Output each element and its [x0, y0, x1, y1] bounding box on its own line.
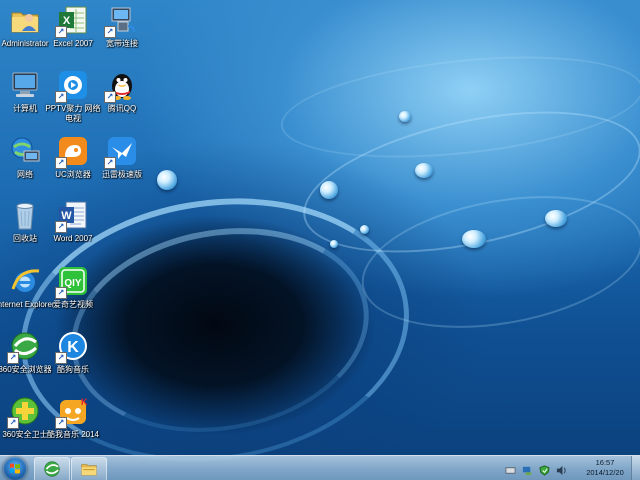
taskbar-360-browser-button[interactable]	[34, 457, 70, 480]
windows-logo-icon	[10, 463, 20, 474]
shortcut-arrow-icon: ↗	[55, 157, 67, 169]
iqiyi-icon: QIY ↗	[55, 265, 89, 299]
desktop-icon-label: 宽带连接	[106, 39, 138, 48]
svg-text:QIY: QIY	[64, 278, 82, 289]
shortcut-arrow-icon: ↗	[7, 417, 19, 429]
svg-text:K: K	[81, 397, 88, 407]
shortcut-arrow-icon: ↗	[7, 352, 19, 364]
wallpaper-water-drop	[415, 163, 433, 178]
folder-icon	[80, 460, 98, 478]
taskbar: 16:57 2014/12/20	[0, 455, 640, 480]
wallpaper-water-drop	[320, 181, 338, 199]
wallpaper-water-drop	[462, 230, 486, 248]
desktop-icon-kuwo[interactable]: K ↗ 酷我音乐 2014	[42, 395, 104, 440]
wallpaper-water-drop	[330, 240, 338, 248]
desktop-icon-label: 酷我音乐 2014	[46, 430, 100, 439]
shortcut-arrow-icon: ↗	[104, 26, 116, 38]
taskbar-clock[interactable]: 16:57 2014/12/20	[583, 458, 627, 478]
ie-icon	[9, 265, 41, 297]
wallpaper-water-drop	[360, 225, 369, 234]
360-browser-icon: ↗	[7, 330, 41, 364]
desktop-icon-label: 迅雷极速版	[102, 170, 142, 179]
word-icon: W ↗	[55, 199, 89, 233]
kugou-icon: K ↗	[55, 330, 89, 364]
desktop-icon-label: 腾讯QQ	[107, 104, 137, 113]
clock-time: 16:57	[595, 458, 615, 467]
xunlei-bird-icon: ↗	[104, 135, 138, 169]
svg-text:K: K	[67, 339, 79, 356]
shortcut-arrow-icon: ↗	[55, 26, 67, 38]
start-button[interactable]	[3, 457, 27, 480]
shortcut-arrow-icon: ↗	[55, 91, 67, 103]
network-icon[interactable]	[522, 463, 533, 476]
shortcut-arrow-icon: ↗	[55, 221, 67, 233]
excel-icon: X ↗	[55, 4, 89, 38]
pptv-icon: ↗	[55, 69, 89, 103]
desktop-icon-xunlei[interactable]: ↗ 迅雷极速版	[91, 135, 153, 180]
qq-penguin-icon: ↗	[104, 69, 138, 103]
show-desktop-button[interactable]	[631, 456, 640, 480]
desktop-icon-broadband-connection[interactable]: ↗ 宽带连接	[91, 4, 153, 49]
wallpaper-water-drop	[157, 170, 177, 190]
shortcut-arrow-icon: ↗	[104, 157, 116, 169]
desktop-icon-kugou[interactable]: K ↗ 酷狗音乐	[42, 330, 104, 375]
volume-icon[interactable]	[556, 463, 567, 476]
user-folder-icon	[9, 4, 41, 36]
360-browser-icon	[43, 460, 61, 478]
wallpaper-water-drop	[399, 111, 411, 122]
kuwo-icon: K ↗	[55, 395, 89, 429]
flag-icon[interactable]	[505, 463, 516, 474]
360-safe-icon: ↗	[7, 395, 41, 429]
desktop-icon-label: 爱奇艺视频	[53, 300, 93, 309]
desktop[interactable]: Administrator 计算机 网络 回收站 Internet Explor…	[0, 0, 640, 480]
computer-icon	[9, 69, 41, 101]
clock-date: 2014/12/20	[586, 468, 624, 477]
wallpaper-water-drop	[545, 210, 567, 227]
shortcut-arrow-icon: ↗	[55, 287, 67, 299]
desktop-icon-label: Word 2007	[53, 234, 93, 243]
desktop-icon-label: 酷狗音乐	[57, 365, 89, 374]
shortcut-arrow-icon: ↗	[55, 352, 67, 364]
shield-icon[interactable]	[539, 463, 550, 476]
shortcut-arrow-icon: ↗	[104, 91, 116, 103]
uc-browser-icon: ↗	[55, 135, 89, 169]
network-globe-icon	[9, 135, 41, 167]
desktop-icon-qq[interactable]: ↗ 腾讯QQ	[91, 69, 153, 114]
recycle-bin-icon	[9, 199, 41, 231]
shortcut-arrow-icon: ↗	[55, 417, 67, 429]
taskbar-explorer-button[interactable]	[71, 457, 107, 480]
network-connection-icon: ↗	[104, 4, 138, 38]
desktop-icon-word[interactable]: W ↗ Word 2007	[42, 199, 104, 244]
desktop-icon-iqiyi[interactable]: QIY ↗ 爱奇艺视频	[42, 265, 104, 310]
